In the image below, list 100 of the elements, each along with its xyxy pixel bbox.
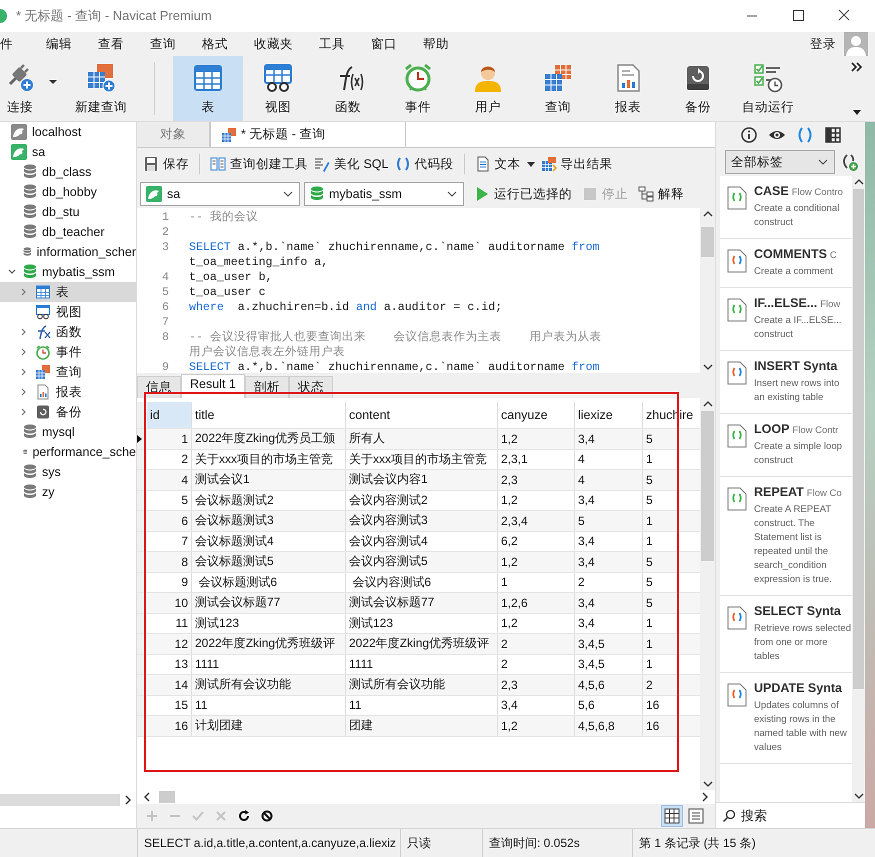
toolbar-button[interactable]: 连接	[0, 56, 40, 121]
chevron-right-icon[interactable]	[21, 328, 27, 336]
menu-item[interactable]: 编辑	[36, 36, 82, 52]
scroll-right-icon[interactable]	[701, 792, 709, 802]
menu-item[interactable]: 件	[0, 36, 23, 52]
grid-view-button[interactable]	[661, 805, 683, 827]
chevron-right-icon[interactable]	[21, 408, 27, 416]
tag-filter-select[interactable]: 全部标签	[725, 150, 835, 174]
document-tab[interactable]: 对象	[137, 122, 210, 147]
scroll-up-icon[interactable]	[702, 401, 712, 407]
vertical-scrollbar[interactable]	[852, 176, 865, 802]
tree-item[interactable]: 查询	[0, 362, 136, 382]
table-cell-text: 5	[645, 594, 654, 612]
snippet-item[interactable]: COMMENTS C Create a comment	[720, 239, 852, 288]
scroll-right-icon[interactable]	[124, 795, 132, 805]
connection-select[interactable]: sa	[140, 182, 300, 206]
toolbar-button[interactable]: 表	[173, 56, 243, 121]
tree-item[interactable]: 视图	[0, 302, 136, 322]
toolbar-button[interactable]: 运行已选择的	[474, 186, 572, 202]
chevron-right-icon[interactable]	[21, 348, 27, 356]
scroll-down-icon[interactable]	[702, 364, 712, 370]
toolbar-button[interactable]: 保存	[143, 156, 189, 172]
menu-item[interactable]: 工具	[309, 36, 355, 52]
tree-item[interactable]: sa	[0, 142, 136, 162]
toolbar-button[interactable]: 事件	[383, 56, 453, 121]
caret-icon[interactable]	[526, 162, 534, 166]
tree-item[interactable]: sys	[0, 462, 136, 482]
menu-item[interactable]: 帮助	[413, 36, 459, 52]
toolbar-button[interactable]: 视图	[243, 56, 313, 121]
tree-item[interactable]: 报表	[0, 382, 136, 402]
search-field[interactable]: 搜索	[716, 802, 865, 828]
menu-item[interactable]: 格式	[192, 36, 238, 52]
toolbar-button[interactable]: 自动运行	[733, 56, 803, 121]
chevron-down-icon[interactable]	[8, 269, 16, 275]
menu-item[interactable]: 查看	[88, 36, 134, 52]
column-header[interactable]: title	[192, 402, 346, 428]
tree-item[interactable]: localhost	[0, 122, 136, 142]
toolbar-button[interactable]: 代码段	[394, 156, 454, 172]
info-icon[interactable]	[740, 126, 758, 144]
toolbar-button[interactable]: 文本	[474, 156, 520, 172]
toolbar-button[interactable]: 查询	[523, 56, 593, 121]
caret-icon[interactable]	[853, 110, 861, 115]
chevron-right-icon[interactable]	[21, 368, 27, 376]
result-tab[interactable]: Result 1	[181, 374, 245, 398]
column-header[interactable]: liexize	[575, 402, 643, 428]
scrollbar-thumb[interactable]	[853, 189, 864, 689]
scroll-up-icon[interactable]	[854, 179, 864, 185]
tree-item[interactable]: 函数	[0, 322, 136, 342]
horizontal-scrollbar[interactable]	[137, 790, 715, 804]
column-header[interactable]: canyuze	[498, 402, 575, 428]
tree-item[interactable]: information_scher	[0, 242, 136, 262]
menu-item[interactable]: 收藏夹	[244, 36, 303, 52]
tree-item[interactable]: mybatis_ssm	[0, 262, 136, 282]
chevron-right-icon[interactable]	[21, 288, 27, 296]
menu-item[interactable]: 查询	[140, 36, 186, 52]
document-tab[interactable]: * 无标题 - 查询	[210, 122, 406, 147]
scroll-left-icon[interactable]	[143, 792, 151, 802]
tree-item[interactable]: db_class	[0, 162, 136, 182]
table-cell: 5	[575, 511, 643, 530]
toolbar-button[interactable]: 备份	[663, 56, 733, 121]
scrollbar-thumb[interactable]	[701, 227, 714, 257]
toolbar-button[interactable]: 新建查询	[66, 56, 136, 121]
column-header[interactable]: content	[346, 402, 498, 428]
scrollbar-thumb[interactable]	[701, 411, 714, 561]
scroll-down-icon[interactable]	[702, 781, 712, 787]
vertical-scrollbar[interactable]	[700, 398, 715, 790]
tree-item[interactable]: mysql	[0, 422, 136, 442]
more-icon[interactable]	[851, 62, 863, 72]
grid-icon[interactable]	[824, 126, 842, 144]
parentheses-icon[interactable]	[796, 126, 814, 144]
caret-icon[interactable]	[48, 78, 58, 84]
toolbar-button[interactable]: 导出结果	[540, 156, 612, 172]
toolbar-button[interactable]: 函数	[313, 56, 383, 121]
refresh-icon[interactable]	[237, 809, 251, 823]
column-header[interactable]: id	[147, 402, 192, 428]
search-input[interactable]: 搜索	[739, 807, 839, 824]
tree-item[interactable]: 表	[0, 282, 136, 302]
tree-item[interactable]: db_stu	[0, 202, 136, 222]
query-builder-icon	[210, 156, 226, 172]
login-link[interactable]: 登录	[810, 36, 836, 52]
toolbar-button[interactable]: 解释	[638, 186, 684, 202]
chevron-right-icon[interactable]	[21, 388, 27, 396]
toolbar-button[interactable]: 用户	[453, 56, 523, 121]
scroll-down-icon[interactable]	[854, 793, 864, 799]
tree-item[interactable]: db_teacher	[0, 222, 136, 242]
toolbar-button[interactable]: 查询创建工具	[210, 156, 308, 172]
tree-item[interactable]: 事件	[0, 342, 136, 362]
tree-item[interactable]: performance_sche	[0, 442, 136, 462]
toolbar-button[interactable]: 报表	[593, 56, 663, 121]
tree-item[interactable]: db_hobby	[0, 182, 136, 202]
scrollbar-thumb[interactable]	[159, 791, 175, 803]
database-select[interactable]: mybatis_ssm	[304, 182, 464, 206]
scroll-up-icon[interactable]	[702, 211, 712, 217]
stop-icon[interactable]	[260, 809, 274, 823]
toolbar-button[interactable]: 美化 SQL	[314, 156, 388, 172]
menu-item[interactable]: 窗口	[361, 36, 407, 52]
tree-item[interactable]: 备份	[0, 402, 136, 422]
tree-item[interactable]: zy	[0, 482, 136, 502]
horizontal-scrollbar[interactable]	[0, 794, 120, 806]
snippet-item[interactable]: CASE Flow Contro Create a conditional construct	[720, 176, 852, 239]
